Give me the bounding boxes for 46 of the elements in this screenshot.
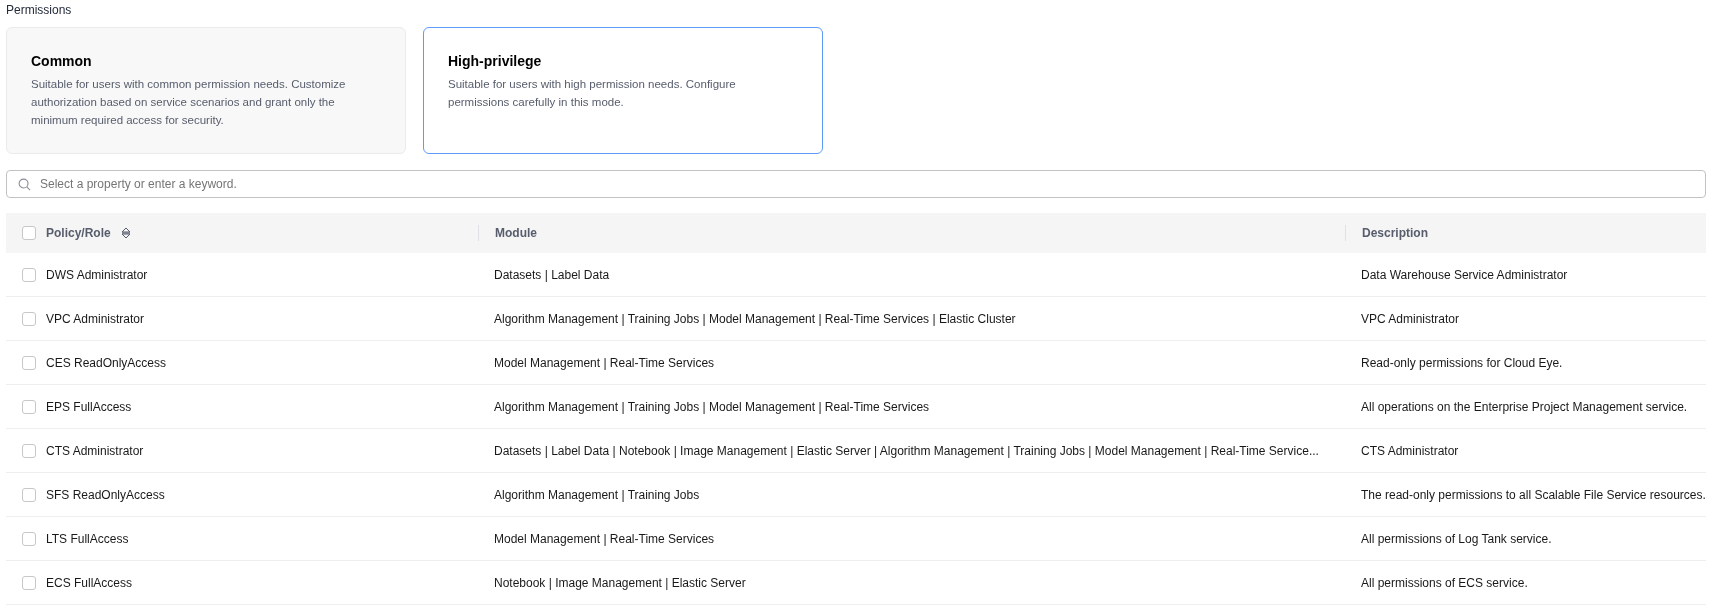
search-field[interactable]: Select a property or enter a keyword. [6, 170, 1706, 198]
table-cell: Datasets | Label Data | Notebook | Image Management | Elastic Server | Algorithm Management | Training Jobs | Model Management | Real-Time Service... [494, 443, 1319, 458]
checkbox[interactable] [22, 575, 36, 590]
card-description: Suitable for users with common permission needs. Customize authorization based on service scenarios and grant only the minimum required access for security. [31, 77, 347, 128]
column-header: Description [1362, 226, 1428, 240]
table-cell: Notebook | Image Management | Elastic Server [494, 575, 746, 590]
card-title: High-privilege [448, 53, 543, 69]
table-cell: SFS ReadOnlyAccess [46, 487, 165, 502]
checkbox[interactable] [22, 487, 36, 502]
column-header: Module [495, 226, 537, 240]
table-cell: Data Warehouse Service Administrator [1361, 267, 1568, 282]
section-title: Permissions [6, 2, 73, 18]
table-cell: VPC Administrator [1361, 311, 1460, 326]
table-cell: LTS FullAccess [46, 531, 129, 546]
card-title: Common [31, 53, 93, 69]
checkbox[interactable] [22, 226, 36, 240]
sort-icon[interactable] [120, 227, 131, 239]
table-cell: EPS FullAccess [46, 399, 132, 414]
table-cell: Datasets | Label Data [494, 267, 610, 282]
checkbox[interactable] [22, 267, 36, 282]
table-cell: CTS Administrator [46, 443, 144, 458]
table-cell: Model Management | Real-Time Services [494, 531, 715, 546]
card-description: Suitable for users with high permission needs. Configure permissions carefully in this mode. [448, 77, 737, 110]
checkbox[interactable] [22, 443, 36, 458]
table-cell: Read-only permissions for Cloud Eye. [1361, 355, 1563, 370]
table-cell: The read-only permissions to all Scalable File Service resources. [1361, 487, 1706, 502]
table-cell: DWS Administrator [46, 267, 148, 282]
column-header[interactable]: Policy/Role [46, 226, 111, 240]
table-cell: All permissions of ECS service. [1361, 575, 1528, 590]
table-cell: Algorithm Management | Training Jobs [494, 487, 700, 502]
checkbox[interactable] [22, 355, 36, 370]
checkbox[interactable] [22, 531, 36, 546]
checkbox[interactable] [22, 399, 36, 414]
table-cell: ECS FullAccess [46, 575, 133, 590]
table-cell: CES ReadOnlyAccess [46, 355, 167, 370]
checkbox[interactable] [22, 311, 36, 326]
table-cell: Model Management | Real-Time Services [494, 355, 715, 370]
table-cell: CTS Administrator [1361, 443, 1459, 458]
table-cell: VPC Administrator [46, 311, 145, 326]
table-cell: Algorithm Management | Training Jobs | Model Management | Real-Time Services | Elastic Cluster [494, 311, 1016, 326]
table-cell: Algorithm Management | Training Jobs | Model Management | Real-Time Services [494, 399, 930, 414]
mode-card[interactable]: High-privilege Suitable for users with high permission needs. Configure permissions carefully in this mode. [423, 27, 823, 154]
table-cell: All operations on the Enterprise Project Management service. [1361, 399, 1688, 414]
table-cell: All permissions of Log Tank service. [1361, 531, 1552, 546]
mode-card[interactable]: Common Suitable for users with common permission needs. Customize authorization based on service scenarios and grant only the minimum required access for security. [6, 27, 406, 154]
search-icon [18, 178, 31, 191]
